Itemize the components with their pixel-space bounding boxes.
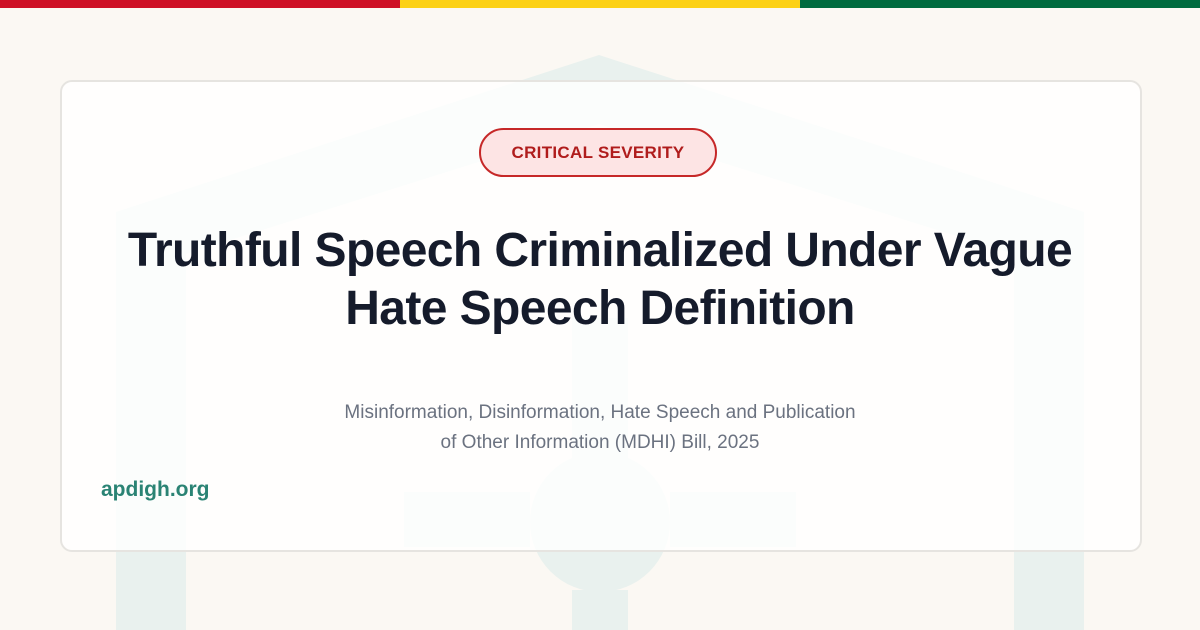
page-title: Truthful Speech Criminalized Under Vague…: [90, 222, 1110, 338]
watermark-lower-stem: [572, 590, 628, 630]
bill-subtitle: Misinformation, Disinformation, Hate Spe…: [250, 398, 950, 458]
subtitle-line-2: of Other Information (MDHI) Bill, 2025: [440, 432, 760, 453]
subtitle-line-1: Misinformation, Disinformation, Hate Spe…: [344, 402, 856, 423]
site-link[interactable]: apdigh.org: [101, 478, 210, 502]
severity-badge-label: CRITICAL SEVERITY: [511, 142, 685, 162]
severity-badge: CRITICAL SEVERITY: [479, 128, 717, 177]
title-line-1: Truthful Speech Criminalized Under Vague: [127, 224, 1073, 277]
title-line-2: Hate Speech Definition: [345, 282, 855, 335]
